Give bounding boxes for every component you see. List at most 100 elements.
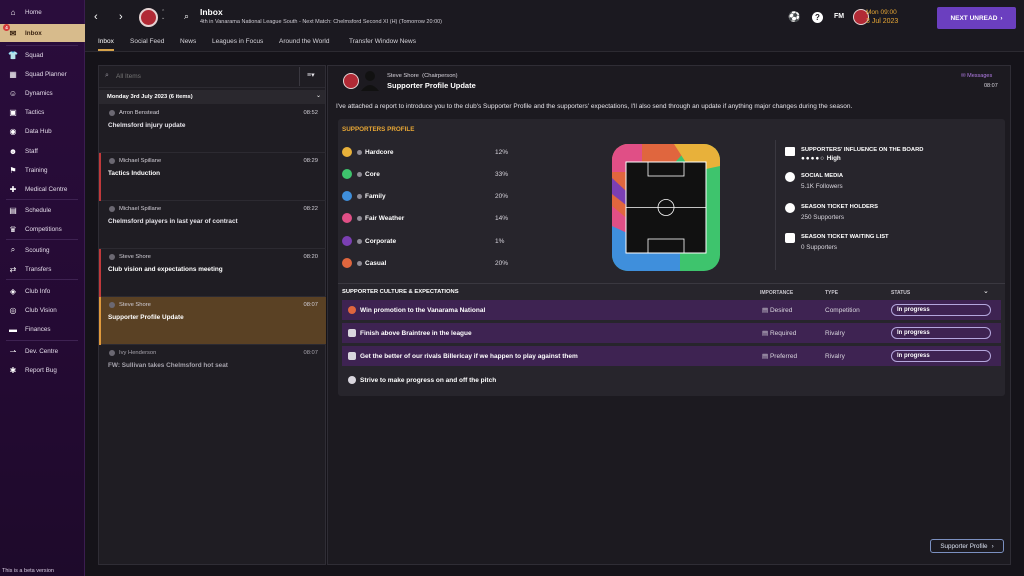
help-icon[interactable]: ? <box>812 12 823 23</box>
shirt-icon: 👕 <box>8 50 18 60</box>
info-icon[interactable] <box>357 215 362 221</box>
sidebar-item-club-vision[interactable]: ◎ Club Vision <box>0 301 85 319</box>
sidebar-item-competitions[interactable]: ♛ Competitions <box>0 220 85 238</box>
table-row[interactable]: Win promotion to the Vanarama National ▤… <box>342 300 1001 320</box>
column-header-status[interactable]: STATUS <box>891 290 910 296</box>
sidebar-item-transfers[interactable]: ⇄ Transfers <box>0 260 85 278</box>
group-hardcore[interactable]: Hardcore 12% <box>342 145 552 159</box>
sidebar-item-squad-planner[interactable]: ▦ Squad Planner <box>0 65 85 83</box>
table-row[interactable]: Finish above Braintree in the league ▤ R… <box>342 323 1001 343</box>
group-core[interactable]: Core 33% <box>342 167 552 181</box>
social-media-stat: SOCIAL MEDIA 5.1K Followers <box>785 172 985 196</box>
color-dot <box>342 236 352 246</box>
inbox-search-input[interactable] <box>116 71 286 82</box>
color-dot <box>342 213 352 223</box>
sidebar-item-club-info[interactable]: ◈ Club Info <box>0 282 85 300</box>
sidebar-divider <box>6 199 78 200</box>
info-icon[interactable] <box>357 238 362 244</box>
filter-menu-icon[interactable]: ≡▾ <box>307 71 315 79</box>
inbox-icon: ✉ <box>9 28 17 38</box>
rivalry-icon <box>348 329 356 337</box>
avatar <box>109 158 115 164</box>
dynamics-icon: ☺ <box>8 88 18 98</box>
sidebar-divider <box>6 340 78 341</box>
scouting-icon: ⌕ <box>10 245 16 254</box>
collapse-chevron-icon[interactable]: ⌄ <box>983 287 989 295</box>
group-family[interactable]: Family 20% <box>342 189 552 203</box>
bug-icon: ✱ <box>9 365 17 375</box>
messages-link[interactable]: ✉ Messages <box>961 73 992 79</box>
group-fair-weather[interactable]: Fair Weather 14% <box>342 211 552 225</box>
message-body: I've attached a report to introduce you … <box>336 103 853 110</box>
waiting-list-icon <box>785 233 795 243</box>
sidebar-item-schedule[interactable]: ▤ Schedule <box>0 201 85 219</box>
sidebar-item-dev-centre[interactable]: ⇀ Dev. Centre <box>0 342 85 360</box>
current-time: Mon 09:00 <box>866 9 897 16</box>
sidebar-item-dynamics[interactable]: ☺ Dynamics <box>0 84 85 102</box>
next-match-info[interactable]: 4th in Vanarama National League South - … <box>200 19 442 25</box>
group-corporate[interactable]: Corporate 1% <box>342 234 552 248</box>
ball-icon[interactable]: ⚽ <box>788 12 800 23</box>
tab-around-the-world[interactable]: Around the World <box>279 38 329 49</box>
ball-icon <box>348 376 356 384</box>
tab-social-feed[interactable]: Social Feed <box>130 38 164 49</box>
season-ticket-holders-stat: SEASON TICKET HOLDERS 250 Supporters <box>785 203 985 227</box>
forward-arrow-icon[interactable]: › <box>119 11 123 23</box>
list-item-selected[interactable]: Steve Shore 08:07 Supporter Profile Update <box>99 297 326 345</box>
importance-icon: ▤ <box>762 330 769 337</box>
list-item[interactable]: Arron Benstead 08:52 Chelmsford injury upd… <box>99 105 326 153</box>
tab-transfer-window-news[interactable]: Transfer Window News <box>349 38 416 49</box>
section-title: SUPPORTERS PROFILE <box>342 126 415 133</box>
table-row[interactable]: Get the better of our rivals Billericay … <box>342 346 1001 366</box>
info-icon[interactable] <box>357 193 362 199</box>
season-ticket-waiting-stat: SEASON TICKET WAITING LIST 0 Supporters <box>785 233 985 257</box>
schedule-icon: ▤ <box>9 205 17 215</box>
collapse-chevron-icon[interactable]: ⌄ <box>316 92 321 99</box>
sidebar-item-tactics[interactable]: ▣ Tactics <box>0 103 85 121</box>
list-item[interactable]: Michael Spillane 08:22 Chelmsford players … <box>99 201 326 249</box>
tab-inbox[interactable]: Inbox <box>98 38 114 51</box>
sidebar-item-squad[interactable]: 👕 Squad <box>0 46 85 64</box>
fm-menu-button[interactable]: FM <box>834 13 844 20</box>
column-header-type[interactable]: TYPE <box>825 290 838 296</box>
list-item[interactable]: Michael Spillane 08:29 Tactics Induction <box>99 153 326 201</box>
group-casual[interactable]: Casual 20% <box>342 256 552 270</box>
info-icon[interactable] <box>357 260 362 266</box>
sidebar-item-home[interactable]: ⌂ Home <box>0 3 85 21</box>
tab-news[interactable]: News <box>180 38 196 49</box>
importance-icon: ▤ <box>762 353 769 360</box>
sender-name[interactable]: Steve Shore <box>387 73 419 79</box>
page-title: Inbox <box>200 7 223 17</box>
sidebar-item-data-hub[interactable]: ◉ Data Hub <box>0 122 85 140</box>
divider <box>775 140 776 270</box>
crest-arrows-icon[interactable]: ⌃ ⌄ <box>161 9 165 21</box>
avatar <box>109 350 115 356</box>
current-date: 3 Jul 2023 <box>866 18 899 25</box>
color-dot <box>342 191 352 201</box>
info-icon[interactable] <box>357 149 362 155</box>
staff-icon: ☻ <box>8 146 18 156</box>
sidebar-item-staff[interactable]: ☻ Staff <box>0 142 85 160</box>
info-icon[interactable] <box>357 171 362 177</box>
tab-leagues-in-focus[interactable]: Leagues in Focus <box>212 38 263 49</box>
date-group-header[interactable]: Monday 3rd July 2023 (6 items) ⌄ <box>99 90 325 104</box>
list-item[interactable]: Steve Shore 08:20 Club vision and expectat… <box>99 249 326 297</box>
column-header-importance[interactable]: IMPORTANCE <box>760 290 793 296</box>
sidebar-item-finances[interactable]: ▬ Finances <box>0 320 85 338</box>
search-icon[interactable]: ⌕ <box>184 11 189 22</box>
sidebar-item-scouting[interactable]: ⌕ Scouting <box>0 241 85 259</box>
sidebar-item-report-bug[interactable]: ✱ Report Bug <box>0 361 85 379</box>
list-item[interactable]: Ivy Henderson 08:07 FW: Sullivan takes Che… <box>99 345 326 393</box>
culture-heading: SUPPORTER CULTURE & EXPECTATIONS <box>342 289 459 295</box>
club-crest-icon[interactable] <box>139 8 158 27</box>
next-unread-button[interactable]: NEXT UNREAD › <box>937 7 1016 29</box>
table-row[interactable]: Strive to make progress on and off the p… <box>342 370 1001 390</box>
stadium-graphic <box>612 144 720 271</box>
sidebar-item-inbox[interactable]: ✉ Inbox 4 <box>0 24 85 42</box>
sidebar-item-medical[interactable]: ✚ Medical Centre <box>0 180 85 198</box>
sidebar-item-training[interactable]: ⚑ Training <box>0 161 85 179</box>
supporter-profile-button[interactable]: Supporter Profile › <box>930 539 1004 553</box>
divider <box>299 67 300 86</box>
back-arrow-icon[interactable]: ‹ <box>94 11 98 23</box>
avatar[interactable] <box>360 69 380 91</box>
